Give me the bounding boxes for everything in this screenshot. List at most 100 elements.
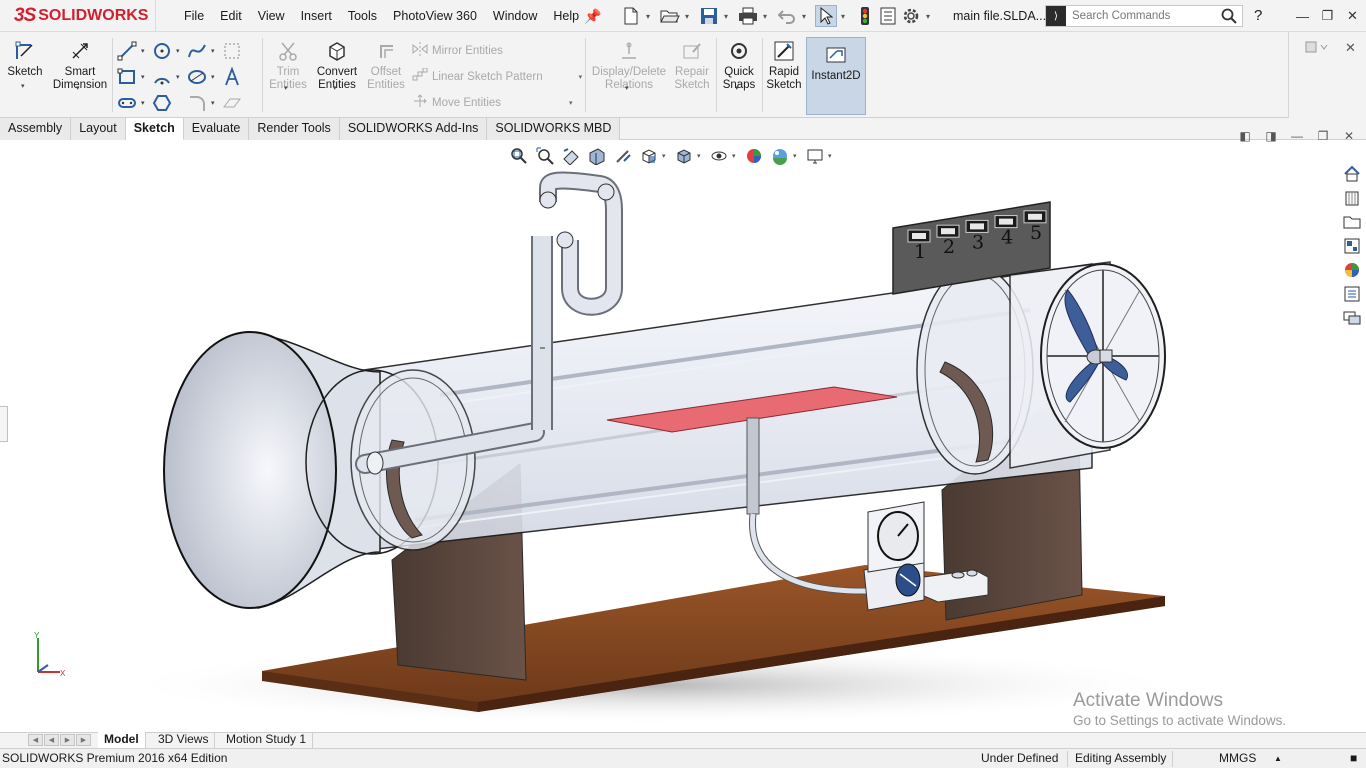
move-entities-button[interactable]: Move Entities ▾: [412, 94, 573, 111]
smart-dimension-button[interactable]: Smart Dimension ▾: [52, 38, 108, 92]
display-window-face: [970, 223, 984, 230]
chevron-down-icon[interactable]: ▾: [211, 99, 215, 107]
text-tool[interactable]: [222, 67, 257, 87]
tab-render-tools[interactable]: Render Tools: [249, 118, 340, 140]
menu-window[interactable]: Window: [485, 0, 545, 32]
ellipse-tool[interactable]: ▾: [187, 67, 222, 87]
tab-motion-study[interactable]: Motion Study 1: [220, 732, 314, 748]
chevron-down-icon[interactable]: ▾: [141, 99, 145, 107]
file-properties-icon[interactable]: [877, 5, 899, 27]
tab-solidworks-mbd[interactable]: SOLIDWORKS MBD: [487, 118, 621, 140]
quick-snaps-button[interactable]: Quick Snaps ▾: [720, 38, 758, 92]
chevron-down-icon[interactable]: ▾: [211, 73, 215, 81]
minimize-icon[interactable]: —: [1290, 0, 1315, 32]
offset-entities-button[interactable]: Offset Entities: [364, 38, 408, 92]
undo-icon[interactable]: [776, 5, 798, 27]
polygon-tool[interactable]: [152, 93, 187, 113]
open-folder-icon[interactable]: [659, 5, 681, 27]
chevron-down-icon[interactable]: ▾: [923, 12, 933, 21]
chevron-down-icon[interactable]: ▾: [211, 47, 215, 55]
menu-file[interactable]: File: [176, 0, 212, 32]
rapid-sketch-button[interactable]: Rapid Sketch: [764, 38, 804, 92]
tab-evaluate[interactable]: Evaluate: [183, 118, 250, 140]
previous-tab-icon[interactable]: ◀: [44, 734, 59, 746]
trim-entities-button[interactable]: Trim Entities ▾: [266, 38, 310, 92]
next-tab-icon[interactable]: ▶: [60, 734, 75, 746]
status-expand-icon[interactable]: ■: [1350, 749, 1357, 768]
tab-assembly[interactable]: Assembly: [0, 118, 72, 140]
restore-icon[interactable]: ❐: [1315, 0, 1340, 32]
tab-layout[interactable]: Layout: [71, 118, 126, 140]
chevron-down-icon[interactable]: ▾: [76, 82, 80, 95]
chevron-down-icon[interactable]: ▾: [682, 12, 692, 21]
plane-tool[interactable]: [222, 93, 257, 113]
units-selector[interactable]: MMGS: [1219, 749, 1256, 768]
circle-tool[interactable]: ▾: [152, 41, 187, 61]
chevron-down-icon[interactable]: ▾: [333, 82, 337, 95]
pin-icon[interactable]: 📌: [584, 8, 601, 25]
menu-edit[interactable]: Edit: [212, 0, 250, 32]
fillet-tool[interactable]: ▾: [187, 93, 222, 113]
repair-sketch-button[interactable]: Repair Sketch: [672, 38, 712, 92]
print-icon[interactable]: [737, 5, 759, 27]
spline-tool[interactable]: ▾: [187, 41, 222, 61]
chevron-down-icon[interactable]: ▾: [625, 82, 629, 95]
chevron-down-icon[interactable]: ▾: [760, 12, 770, 21]
display-delete-relations-button[interactable]: Display/Delete Relations ▾: [590, 38, 668, 92]
construction-geometry-tool[interactable]: [222, 41, 257, 61]
close-icon[interactable]: ✕: [1340, 0, 1365, 32]
display-pane-icon[interactable]: [1305, 40, 1335, 57]
rebuild-traffic-light-icon[interactable]: [854, 5, 876, 27]
instant2d-button[interactable]: Instant2D: [806, 37, 866, 115]
ds-logo-mark: 3S: [14, 5, 36, 26]
chevron-down-icon[interactable]: ▾: [141, 73, 145, 81]
wind-tunnel-model[interactable]: 12345: [0, 140, 1366, 732]
menu-view[interactable]: View: [250, 0, 293, 32]
new-document-icon[interactable]: [620, 5, 642, 27]
tab-solidworks-addins[interactable]: SOLIDWORKS Add-Ins: [339, 118, 488, 140]
close-icon[interactable]: ✕: [1345, 40, 1356, 56]
save-icon[interactable]: [698, 5, 720, 27]
tab-3d-views[interactable]: 3D Views: [152, 732, 216, 748]
chevron-down-icon[interactable]: ▾: [799, 12, 809, 21]
linear-sketch-pattern-button[interactable]: Linear Sketch Pattern ▾: [412, 67, 583, 85]
chevron-down-icon[interactable]: ▾: [141, 47, 145, 55]
rectangle-tool[interactable]: ▾: [117, 67, 152, 87]
menu-photoview[interactable]: PhotoView 360: [385, 0, 485, 32]
chevron-down-icon[interactable]: ▾: [176, 47, 180, 55]
search-icon[interactable]: [1216, 6, 1242, 26]
sketch-label: Sketch: [7, 66, 43, 78]
solidworks-logo[interactable]: 3S SOLIDWORKS: [0, 0, 156, 32]
line-tool[interactable]: ▾: [117, 41, 152, 61]
chevron-down-icon[interactable]: ▾: [176, 73, 180, 81]
tab-model[interactable]: Model: [98, 732, 146, 748]
chevron-down-icon[interactable]: ▾: [721, 12, 731, 21]
chevron-up-icon[interactable]: ▲: [1274, 749, 1282, 768]
menu-help[interactable]: Help: [545, 0, 587, 32]
chevron-down-icon[interactable]: ▾: [579, 73, 583, 81]
chevron-down-icon[interactable]: ▾: [569, 99, 573, 107]
search-commands[interactable]: ⟩ Search Commands: [1045, 5, 1243, 27]
search-input[interactable]: Search Commands: [1066, 10, 1216, 22]
arc-tool[interactable]: ▾: [152, 67, 187, 87]
graphics-area[interactable]: ◧ ◨ — ❐ ✕ ▾ ▾ ▾ ▾ ▾ 1 2 3 4 5 Y X Activa…: [0, 129, 1366, 732]
last-tab-icon[interactable]: ▶: [76, 734, 91, 746]
options-gear-icon[interactable]: [900, 5, 922, 27]
select-pointer-icon[interactable]: [815, 5, 837, 27]
chevron-down-icon[interactable]: ▾: [21, 80, 25, 93]
menu-tools[interactable]: Tools: [340, 0, 385, 32]
watermark-subtitle: Go to Settings to activate Windows.: [1073, 713, 1287, 728]
chevron-down-icon[interactable]: ▾: [838, 12, 848, 21]
chevron-down-icon[interactable]: ▾: [643, 12, 653, 21]
chevron-down-icon[interactable]: ▾: [284, 82, 288, 95]
slot-tool[interactable]: ▾: [117, 93, 152, 113]
chevron-down-icon[interactable]: ▾: [735, 82, 739, 95]
tab-sketch[interactable]: Sketch: [125, 118, 184, 140]
first-tab-icon[interactable]: ◀: [28, 734, 43, 746]
menu-insert[interactable]: Insert: [293, 0, 340, 32]
convert-entities-button[interactable]: Convert Entities ▾: [314, 38, 360, 92]
mirror-entities-button[interactable]: Mirror Entities: [412, 42, 503, 59]
sketch-button[interactable]: Sketch ▾: [6, 38, 44, 90]
trim-label-2: Entities: [269, 79, 307, 91]
help-button[interactable]: ?: [1254, 0, 1262, 32]
